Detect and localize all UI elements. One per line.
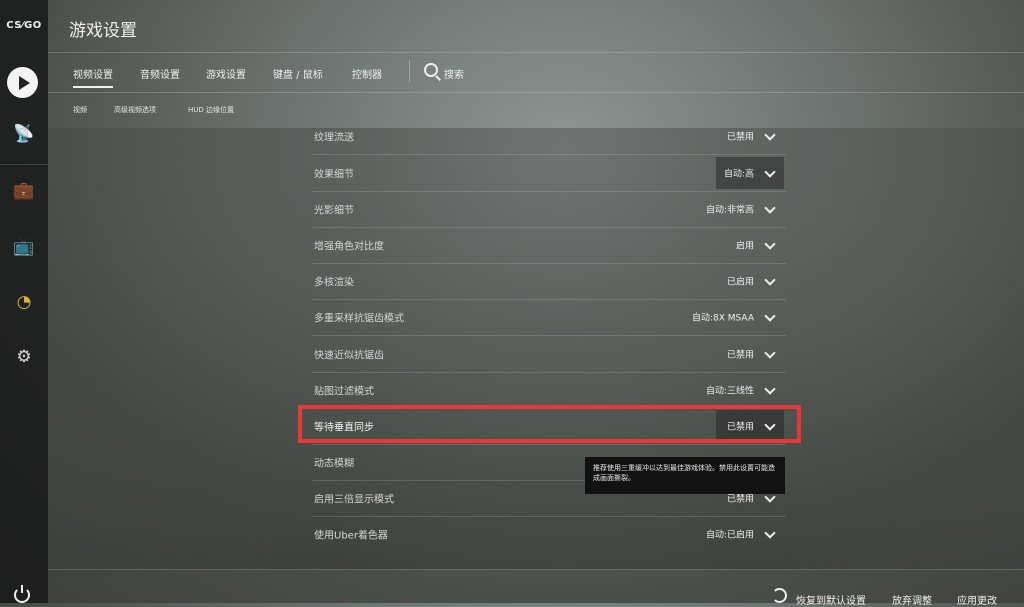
- chevron-down-icon[interactable]: [764, 310, 776, 322]
- rail-divider: [0, 164, 48, 165]
- setting-label: 启用三倍显示模式: [314, 494, 394, 506]
- play-icon[interactable]: [7, 67, 38, 98]
- left-nav-rail: CS⁄GO 📡 💼 📺 ◔ ⚙: [0, 0, 48, 603]
- chevron-down-icon[interactable]: [764, 129, 776, 141]
- tabs-divider-line: [48, 92, 1024, 93]
- chevron-down-icon[interactable]: [764, 527, 776, 539]
- highlight-box: [298, 405, 801, 443]
- tab-game[interactable]: 游戏设置: [206, 66, 246, 81]
- header-divider: [48, 52, 1024, 53]
- setting-row[interactable]: 贴图过滤模式 自动:三线性: [312, 372, 786, 409]
- page-title: 游戏设置: [69, 21, 137, 41]
- search-label[interactable]: 搜索: [444, 66, 464, 81]
- chevron-down-icon[interactable]: [764, 347, 776, 359]
- subtab-advanced-video[interactable]: 高级视频选项: [114, 105, 156, 115]
- setting-value[interactable]: 启用: [736, 239, 754, 252]
- setting-value[interactable]: 已禁用: [727, 348, 754, 361]
- gear-icon[interactable]: ⚙: [0, 347, 48, 367]
- footer-bar: 恢复到默认设置 放弃调整 应用更改: [48, 569, 1024, 607]
- setting-label: 效果细节: [314, 169, 354, 181]
- csgo-logo: CS⁄GO: [6, 20, 42, 31]
- setting-row[interactable]: 增强角色对比度 启用: [312, 227, 786, 264]
- setting-label: 贴图过滤模式: [314, 386, 374, 398]
- setting-value[interactable]: 自动:非常高: [706, 203, 754, 216]
- apply-changes-button[interactable]: 应用更改: [957, 592, 997, 607]
- setting-label: 多核渲染: [314, 277, 354, 289]
- setting-row[interactable]: 使用Uber着色器 自动:已启用: [312, 516, 786, 552]
- reset-defaults-button[interactable]: 恢复到默认设置: [796, 592, 866, 607]
- setting-value[interactable]: 自动:已启用: [706, 528, 754, 541]
- setting-label: 多重采样抗锯齿模式: [314, 313, 404, 325]
- setting-row[interactable]: 纹理流送 已禁用: [312, 118, 786, 155]
- setting-value[interactable]: 自动:三线性: [706, 384, 754, 397]
- setting-label: 动态模糊: [314, 458, 354, 470]
- vsync-tooltip: 推荐使用三重缓冲以达到最佳游戏体验。禁用此设置可能造成画面撕裂。: [585, 457, 785, 494]
- chevron-down-icon[interactable]: [764, 202, 776, 214]
- setting-label: 光影细节: [314, 205, 354, 217]
- tab-video[interactable]: 视频设置: [73, 66, 113, 88]
- setting-label: 快速近似抗锯齿: [314, 350, 384, 362]
- setting-label: 使用Uber着色器: [314, 530, 388, 542]
- setting-row[interactable]: 多重采样抗锯齿模式 自动:8X MSAA: [312, 299, 786, 336]
- discard-changes-button[interactable]: 放弃调整: [892, 592, 932, 607]
- subtab-hud-edge[interactable]: HUD 边缘位置: [188, 105, 234, 115]
- setting-value[interactable]: 已禁用: [727, 130, 754, 143]
- tv-icon[interactable]: 📺: [0, 237, 48, 257]
- setting-row[interactable]: 光影细节 自动:非常高: [312, 191, 786, 228]
- inventory-icon[interactable]: 💼: [0, 181, 48, 201]
- stats-icon[interactable]: ◔: [0, 292, 48, 312]
- power-icon[interactable]: [14, 585, 30, 603]
- search-icon[interactable]: [424, 63, 438, 77]
- setting-label: 增强角色对比度: [314, 241, 384, 253]
- tab-controller[interactable]: 控制器: [352, 66, 382, 81]
- tab-keyboard-mouse[interactable]: 键盘 / 鼠标: [273, 66, 323, 81]
- broadcast-icon[interactable]: 📡: [0, 124, 48, 144]
- setting-row[interactable]: 多核渲染 已启用: [312, 263, 786, 300]
- tabs-divider: [409, 60, 410, 82]
- chevron-down-icon[interactable]: [764, 274, 776, 286]
- setting-value[interactable]: 自动:8X MSAA: [692, 311, 754, 324]
- chevron-down-icon[interactable]: [764, 383, 776, 395]
- tab-audio[interactable]: 音频设置: [140, 66, 180, 81]
- reset-icon[interactable]: [772, 588, 787, 603]
- chevron-down-icon[interactable]: [764, 238, 776, 250]
- setting-value[interactable]: 已启用: [727, 275, 754, 288]
- setting-row[interactable]: 效果细节 自动:高: [312, 155, 786, 192]
- subtab-video[interactable]: 视频: [73, 105, 87, 115]
- setting-row[interactable]: 快速近似抗锯齿 已禁用: [312, 336, 786, 373]
- setting-value[interactable]: 自动:高: [724, 167, 754, 180]
- setting-label: 纹理流送: [314, 132, 354, 144]
